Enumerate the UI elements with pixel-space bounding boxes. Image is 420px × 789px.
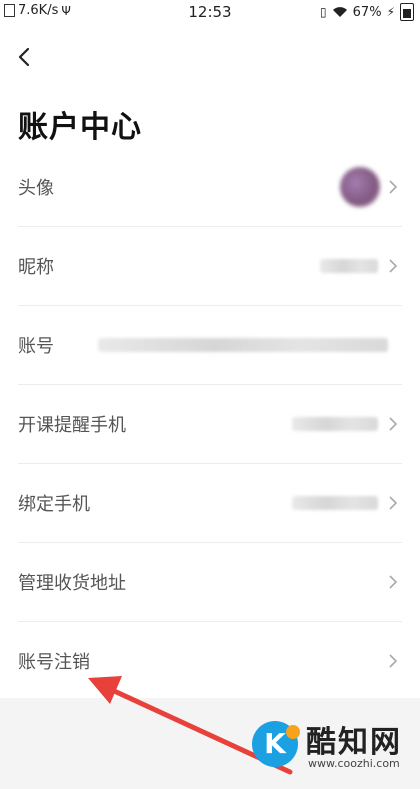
- chevron-right-icon: [389, 180, 398, 194]
- chevron-right-icon: [389, 575, 398, 589]
- row-label: 账号: [18, 336, 54, 357]
- row-label: 开课提醒手机: [18, 415, 126, 436]
- chevron-left-icon: [18, 47, 30, 67]
- account-value-blurred: [98, 338, 388, 352]
- avatar: [340, 167, 380, 207]
- watermark-logo-icon: K: [252, 721, 300, 767]
- row-account[interactable]: 账号: [18, 306, 402, 385]
- row-account-cancellation[interactable]: 账号注销: [18, 622, 402, 700]
- row-label: 账号注销: [18, 652, 90, 673]
- chevron-right-icon: [389, 496, 398, 510]
- watermark: K 酷知网 www.coozhi.com: [252, 713, 412, 779]
- nickname-value-blurred: [320, 259, 378, 273]
- watermark-name: 酷知网: [306, 725, 402, 760]
- chevron-right-icon: [389, 259, 398, 273]
- row-avatar[interactable]: 头像: [18, 148, 402, 227]
- row-label: 管理收货地址: [18, 573, 126, 594]
- reminder-phone-value-blurred: [292, 417, 378, 431]
- bound-phone-value-blurred: [292, 496, 378, 510]
- vibrate-icon: ▯: [320, 5, 327, 19]
- chevron-right-icon: [389, 417, 398, 431]
- status-right: ▯ 67% ⚡: [320, 3, 414, 21]
- battery-percent: 67%: [352, 4, 382, 20]
- row-label: 绑定手机: [18, 494, 90, 515]
- battery-icon: [400, 3, 414, 21]
- page-title: 账户中心: [18, 110, 142, 145]
- wifi-icon: [332, 7, 347, 17]
- chevron-right-icon: [389, 654, 398, 668]
- row-manage-address[interactable]: 管理收货地址: [18, 543, 402, 622]
- back-button[interactable]: [14, 46, 36, 68]
- row-label: 昵称: [18, 257, 54, 278]
- watermark-url: www.coozhi.com: [308, 757, 400, 770]
- account-settings-list: 头像 昵称 账号 开课提醒手机 绑定手机 管理收货地址 账号注销: [0, 148, 420, 700]
- row-course-reminder-phone[interactable]: 开课提醒手机: [18, 385, 402, 464]
- charging-icon: ⚡: [386, 5, 395, 19]
- status-bar: 7.6K/s Ψ 12:53 ▯ 67% ⚡: [0, 0, 420, 24]
- row-bound-phone[interactable]: 绑定手机: [18, 464, 402, 543]
- row-label: 头像: [18, 178, 54, 199]
- row-nickname[interactable]: 昵称: [18, 227, 402, 306]
